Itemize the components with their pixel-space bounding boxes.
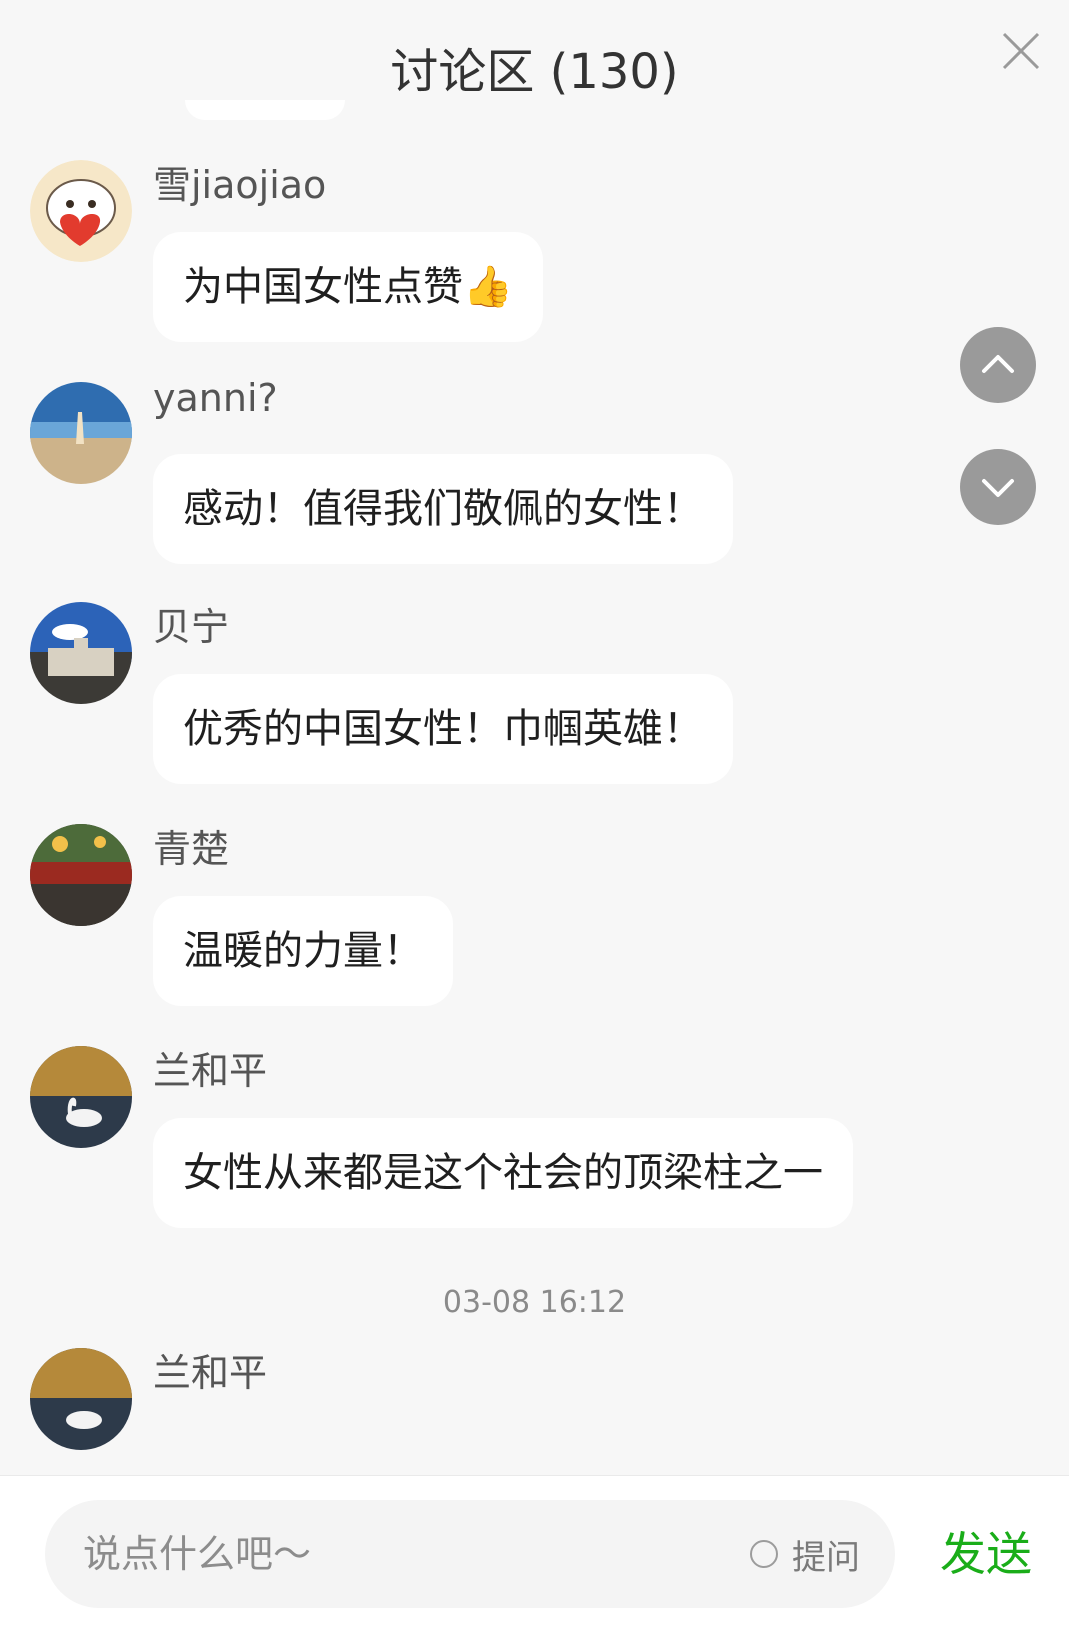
page-title: 讨论区 (130) [390, 44, 679, 100]
avatar[interactable] [30, 602, 132, 704]
message-bubble: 女性从来都是这个社会的顶梁柱之一 [153, 1118, 853, 1228]
timestamp: 03-08 16:12 [442, 1285, 627, 1320]
close-icon [1002, 32, 1040, 70]
avatar[interactable] [30, 824, 132, 926]
close-button[interactable] [1000, 30, 1042, 72]
message-bubble: 温暖的力量！ [153, 896, 453, 1006]
chevron-down-icon [982, 479, 1014, 497]
message-bubble: 感动！值得我们敬佩的女性！ [153, 454, 733, 564]
ask-label: 提问 [792, 1537, 860, 1578]
send-button[interactable]: 发送 [940, 1500, 1032, 1608]
partial-bubble [185, 100, 345, 120]
message-feed[interactable]: 雪jiaojiao 为中国女性点赞👍 yanni? 感动！值得我们敬佩的女性！ [0, 100, 1069, 1475]
username: 兰和平 [153, 1049, 268, 1093]
ask-question-toggle[interactable]: 提问 [750, 1500, 860, 1608]
username: 雪jiaojiao [153, 163, 327, 207]
username: 兰和平 [153, 1351, 268, 1395]
avatar[interactable] [30, 160, 132, 262]
username: 青楚 [153, 827, 230, 871]
message-bubble: 优秀的中国女性！巾帼英雄！ [153, 674, 733, 784]
message-bubble: 为中国女性点赞👍 [153, 232, 543, 342]
composer-bar: 说点什么吧～ 提问 发送 [0, 1475, 1069, 1632]
scroll-down-button[interactable] [960, 449, 1036, 525]
radio-icon[interactable] [750, 1540, 778, 1568]
chevron-up-icon [982, 355, 1014, 373]
scroll-up-button[interactable] [960, 327, 1036, 403]
comment-input[interactable]: 说点什么吧～ 提问 [45, 1500, 895, 1608]
username: yanni? [153, 376, 278, 420]
username: 贝宁 [153, 605, 230, 649]
input-placeholder: 说点什么吧～ [83, 1532, 312, 1576]
avatar[interactable] [30, 1348, 132, 1450]
avatar[interactable] [30, 382, 132, 484]
avatar[interactable] [30, 1046, 132, 1148]
